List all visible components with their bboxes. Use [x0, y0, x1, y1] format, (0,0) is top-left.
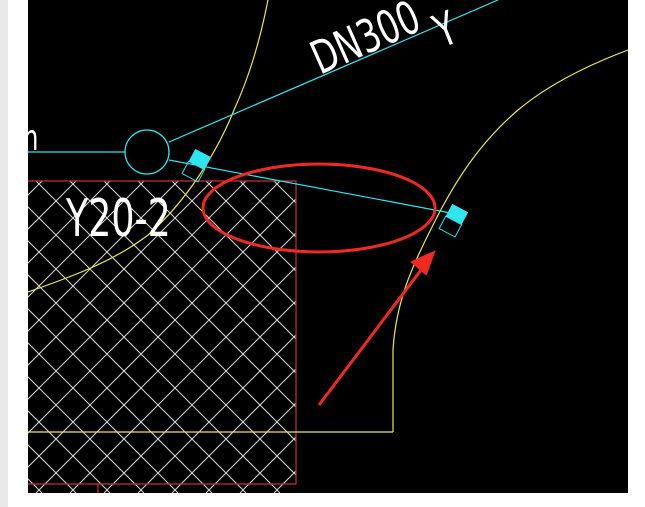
pointer-arrow — [317, 250, 436, 406]
hatch-line — [478, 181, 628, 493]
inlet-symbol-2 — [438, 203, 469, 238]
hatch-line — [512, 181, 628, 493]
hatch-line — [273, 470, 296, 493]
hatch-line — [478, 181, 628, 493]
area-label: Y20-2 — [65, 187, 171, 248]
hatch-line — [376, 181, 628, 493]
hatch-line — [308, 181, 620, 493]
highlight-ellipse — [201, 162, 437, 254]
hatch-line — [546, 181, 628, 493]
hatch-line — [28, 181, 43, 196]
hatch-line — [342, 181, 628, 493]
hatch-line — [580, 181, 628, 493]
cad-drawing-canvas[interactable]: DN300 Y Y20-2 m — [28, 0, 628, 493]
inlet-symbol-1 — [181, 148, 212, 183]
hatch-line — [444, 181, 628, 493]
cut-off-label: m — [28, 118, 39, 160]
hatch-line — [273, 181, 296, 204]
hatch-line — [444, 181, 628, 493]
hatch-line — [410, 181, 628, 493]
hatch-line — [614, 181, 628, 493]
window-edge — [0, 0, 8, 507]
hatch-line — [410, 181, 628, 493]
cad-drawing: DN300 Y Y20-2 m — [28, 0, 628, 493]
hatch-line — [512, 181, 628, 493]
screenshot-frame: DN300 Y Y20-2 m — [0, 0, 645, 507]
pipe-label: DN300 — [303, 0, 428, 85]
hatch-line — [28, 478, 43, 493]
contour-line-right — [392, 49, 628, 432]
hatch-line — [308, 181, 620, 493]
hatch-line — [546, 181, 628, 493]
hatch-line — [580, 181, 628, 493]
hatch-line — [342, 181, 628, 493]
pipe-suffix-label: Y — [426, 2, 466, 59]
hatch-line — [376, 181, 628, 493]
manhole-circle — [124, 129, 170, 175]
hatch-line — [614, 181, 628, 493]
